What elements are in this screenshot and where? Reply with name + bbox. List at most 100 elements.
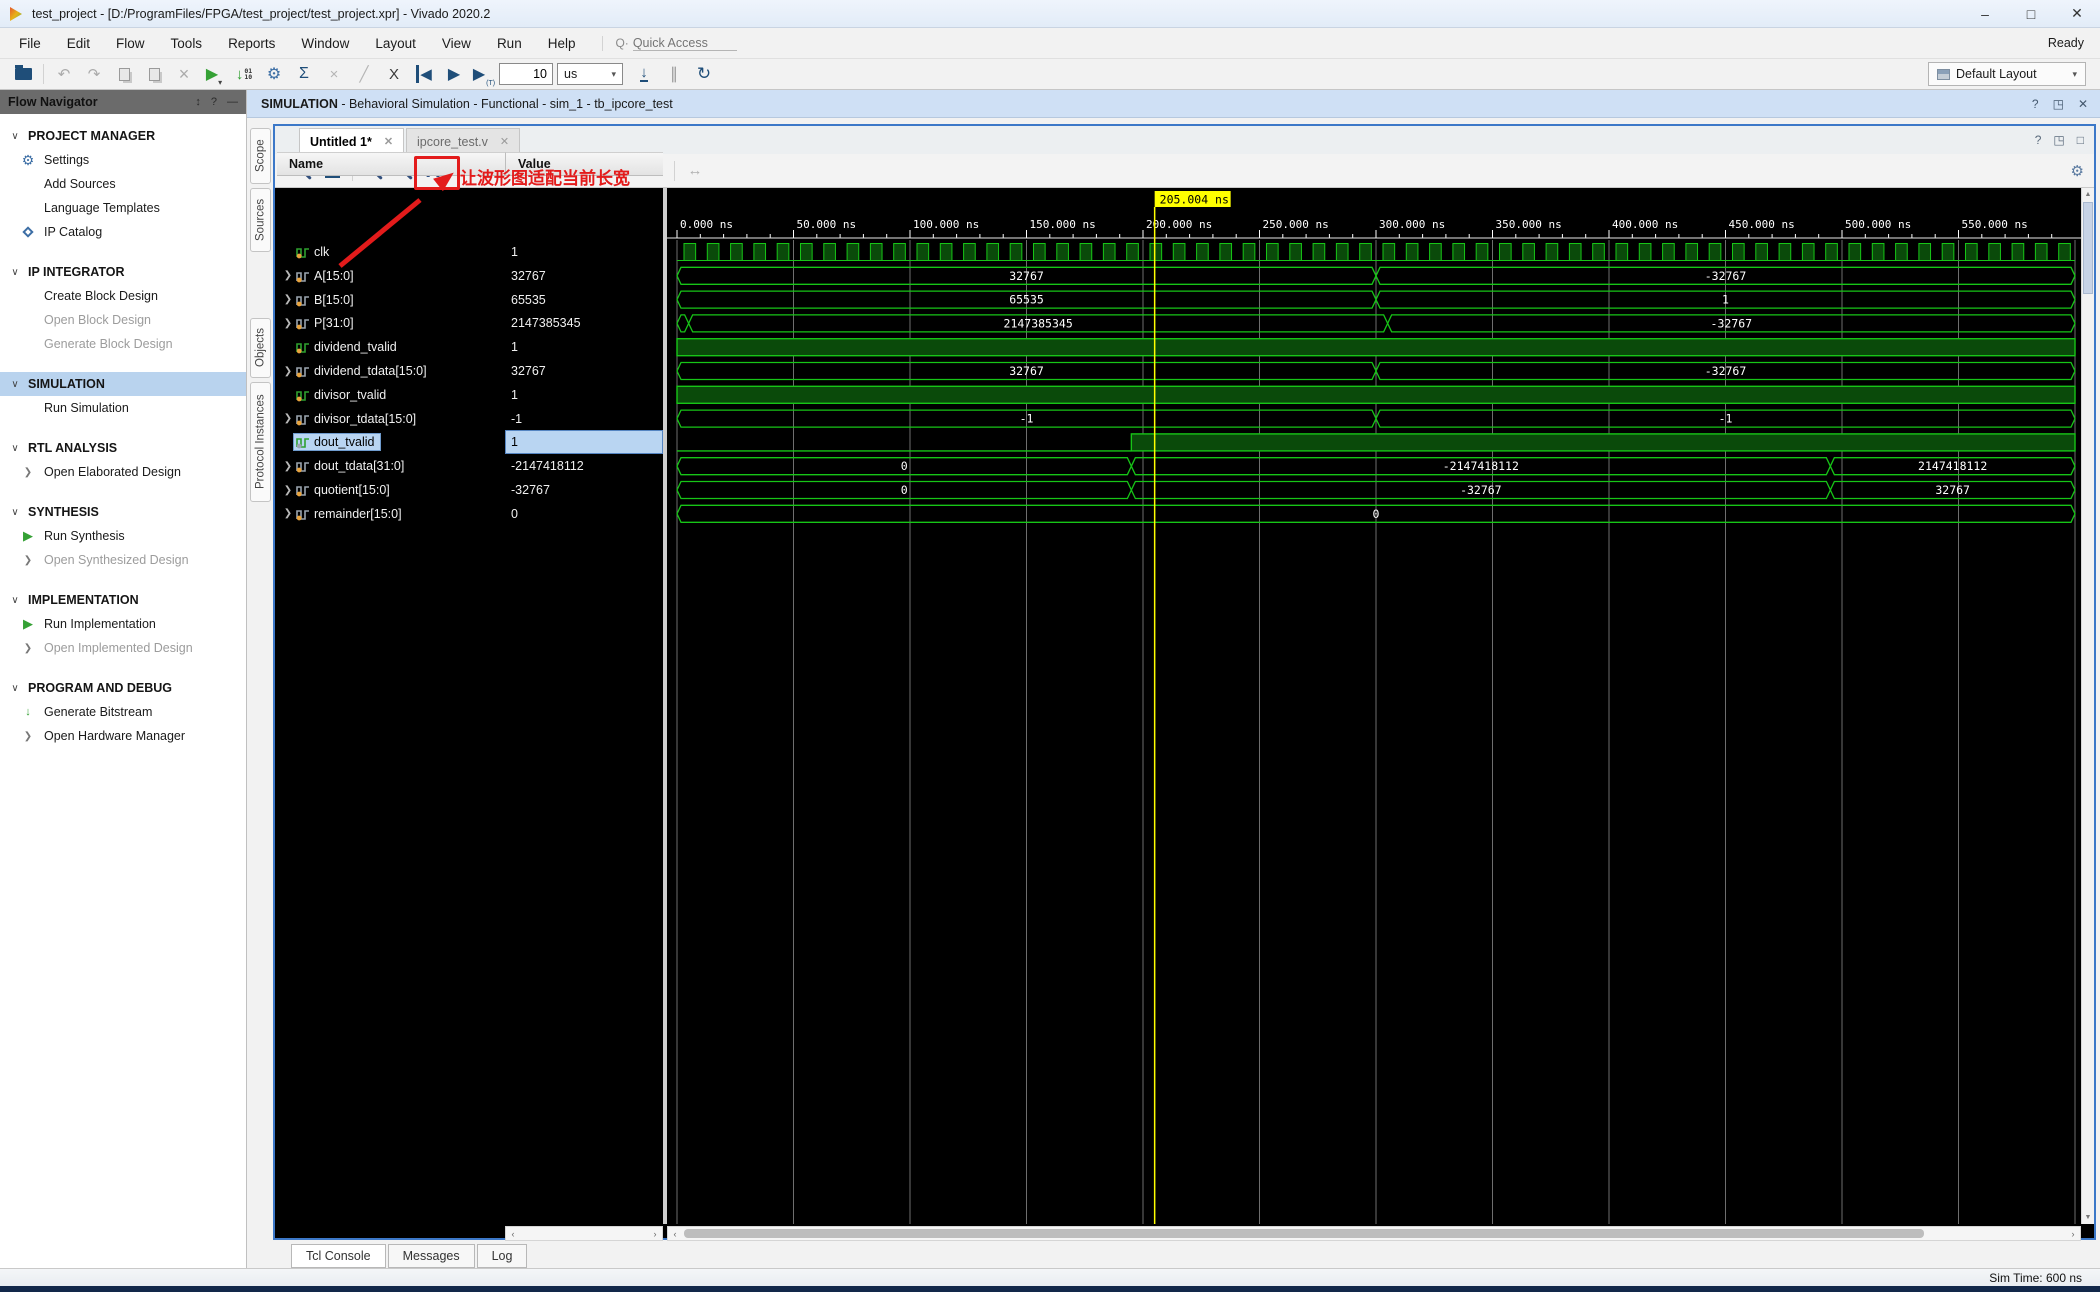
sim-runtime-input[interactable] — [499, 63, 553, 85]
fn-header-simulation[interactable]: ∨ SIMULATION — [0, 372, 246, 396]
fn-item-open-elaborated-design[interactable]: ❯ Open Elaborated Design — [0, 460, 246, 484]
menu-edit[interactable]: Edit — [54, 32, 103, 55]
fn-item-create-block-design[interactable]: Create Block Design — [0, 284, 246, 308]
signal-value-dout_tvalid[interactable]: 1 — [505, 430, 663, 455]
signal-value-divisor_tdata150[interactable]: -1 — [505, 407, 663, 431]
signal-value-divisor_tvalid[interactable]: 1 — [505, 383, 663, 407]
edit-icon[interactable]: ╱ — [351, 61, 377, 87]
signal-row-clk[interactable]: clk — [277, 240, 505, 264]
expand-chevron-icon[interactable]: ❯ — [282, 508, 294, 519]
redo-icon[interactable]: ↷ — [81, 61, 107, 87]
run-all-icon[interactable]: ▶ — [441, 61, 467, 87]
menu-file[interactable]: File — [6, 32, 54, 55]
signal-row-dividend_tvalid[interactable]: dividend_tvalid — [277, 335, 505, 359]
signal-value-dout_tdata310[interactable]: -2147418112 — [505, 454, 663, 478]
signal-value-clk[interactable]: 1 — [505, 240, 663, 264]
value-horizontal-scrollbar[interactable]: ‹ › — [505, 1226, 663, 1241]
value-column-header[interactable]: Value — [505, 152, 663, 176]
float-window-icon[interactable]: ◳ — [2053, 97, 2064, 111]
menu-run[interactable]: Run — [484, 32, 535, 55]
signal-name-cell[interactable]: dividend_tvalid — [294, 339, 403, 355]
menu-flow[interactable]: Flow — [103, 32, 158, 55]
fn-item-run-synthesis[interactable]: ▶ Run Synthesis — [0, 524, 246, 548]
signal-row-divisor_tvalid[interactable]: divisor_tvalid — [277, 383, 505, 407]
signal-name-cell[interactable]: dividend_tdata[15:0] — [294, 363, 433, 379]
settings-gear-icon[interactable]: ⚙ — [261, 61, 287, 87]
side-tab-protocol-instances[interactable]: Protocol Instances — [250, 382, 271, 502]
minimize-button[interactable]: – — [1962, 0, 2008, 27]
signal-value-P310[interactable]: 2147385345 — [505, 311, 663, 335]
fn-item-open-block-design[interactable]: Open Block Design — [0, 308, 246, 332]
generate-bitstream-icon[interactable]: ↓ 01 10 — [231, 61, 257, 87]
help-icon[interactable]: ? — [211, 96, 217, 108]
signal-row-A150[interactable]: ❯ A[15:0] — [277, 264, 505, 288]
signal-name-cell[interactable]: dout_tdata[31:0] — [294, 458, 410, 474]
scroll-right-icon[interactable]: › — [648, 1229, 662, 1239]
signal-name-cell[interactable]: clk — [294, 244, 335, 260]
paste-icon[interactable] — [141, 61, 167, 87]
signal-name-cell[interactable]: divisor_tdata[15:0] — [294, 411, 422, 427]
run-icon[interactable]: ▶ ▾ — [201, 61, 227, 87]
wave-row-dividend_tvalid[interactable] — [676, 337, 2076, 357]
quick-access-search[interactable]: Q· — [602, 35, 742, 51]
tab-messages[interactable]: Messages — [387, 1244, 475, 1268]
close-button[interactable]: ✕ — [2054, 0, 2100, 27]
signal-value-remainder150[interactable]: 0 — [505, 502, 663, 526]
expand-chevron-icon[interactable]: ❯ — [282, 270, 294, 281]
breakpoint-icon[interactable]: X — [381, 61, 407, 87]
signal-value-quotient150[interactable]: -32767 — [505, 478, 663, 502]
pause-icon[interactable]: ∥ — [661, 61, 687, 87]
validate-icon[interactable]: × — [321, 61, 347, 87]
signal-name-cell[interactable]: divisor_tvalid — [294, 387, 392, 403]
signal-row-P310[interactable]: ❯ P[31:0] — [277, 311, 505, 335]
signal-row-remainder150[interactable]: ❯ remainder[15:0] — [277, 502, 505, 526]
fit-selection-icon[interactable]: ↔ — [682, 158, 708, 184]
signal-row-B150[interactable]: ❯ B[15:0] — [277, 288, 505, 312]
signal-value-dividend_tdata150[interactable]: 32767 — [505, 359, 663, 383]
wave-row-dout_tvalid[interactable] — [677, 433, 2076, 452]
fn-item-open-synthesized-design[interactable]: ❯ Open Synthesized Design — [0, 548, 246, 572]
float-window-icon[interactable]: ◳ — [2053, 133, 2064, 147]
signal-value-B150[interactable]: 65535 — [505, 288, 663, 312]
scroll-up-icon[interactable]: ▲ — [2082, 188, 2094, 201]
signal-name-cell[interactable]: remainder[15:0] — [294, 506, 408, 522]
signal-name-cell[interactable]: dout_tvalid — [292, 433, 382, 452]
menu-tools[interactable]: Tools — [158, 32, 216, 55]
signal-row-dout_tvalid[interactable]: dout_tvalid — [277, 430, 505, 454]
run-for-time-icon[interactable]: ▶ (T) — [471, 61, 497, 87]
fn-item-settings[interactable]: ⚙ Settings — [0, 148, 246, 172]
fn-header-program-and-debug[interactable]: ∨ PROGRAM AND DEBUG — [0, 676, 246, 700]
expand-chevron-icon[interactable]: ❯ — [282, 318, 294, 329]
menu-window[interactable]: Window — [288, 32, 362, 55]
step-icon[interactable]: ↓ — [631, 61, 657, 87]
name-column-header[interactable]: Name — [277, 152, 505, 176]
fn-item-open-implemented-design[interactable]: ❯ Open Implemented Design — [0, 636, 246, 660]
close-icon[interactable]: ✕ — [2078, 97, 2088, 111]
expand-chevron-icon[interactable]: ❯ — [282, 485, 294, 496]
signal-row-dividend_tdata150[interactable]: ❯ dividend_tdata[15:0] — [277, 359, 505, 383]
expand-chevron-icon[interactable]: ❯ — [282, 294, 294, 305]
wave-settings-gear-icon[interactable]: ⚙ — [2071, 162, 2084, 180]
expand-chevron-icon[interactable]: ❯ — [282, 366, 294, 377]
help-icon[interactable]: ? — [2032, 97, 2039, 111]
signal-row-dout_tdata310[interactable]: ❯ dout_tdata[31:0] — [277, 454, 505, 478]
fn-header-rtl-analysis[interactable]: ∨ RTL ANALYSIS — [0, 436, 246, 460]
undo-icon[interactable]: ↶ — [51, 61, 77, 87]
fn-item-open-hardware-manager[interactable]: ❯ Open Hardware Manager — [0, 724, 246, 748]
maximize-panel-icon[interactable]: □ — [2077, 133, 2084, 147]
quick-access-input[interactable] — [632, 35, 737, 51]
side-tab-sources[interactable]: Sources — [250, 188, 271, 252]
menu-layout[interactable]: Layout — [362, 32, 429, 55]
fn-header-ip-integrator[interactable]: ∨ IP INTEGRATOR — [0, 260, 246, 284]
maximize-button[interactable]: □ — [2008, 0, 2054, 27]
vscroll-thumb[interactable] — [2083, 202, 2093, 294]
wave-horizontal-scrollbar[interactable]: ‹ › — [667, 1226, 2081, 1241]
fn-item-language-templates[interactable]: Language Templates — [0, 196, 246, 220]
sim-runtime-unit-select[interactable]: us ▾ — [557, 63, 623, 85]
collapse-all-icon[interactable]: ↕ — [195, 96, 201, 108]
close-icon[interactable]: ✕ — [500, 135, 509, 148]
fn-item-generate-bitstream[interactable]: ↓ Generate Bitstream — [0, 700, 246, 724]
fn-item-run-simulation[interactable]: Run Simulation — [0, 396, 246, 420]
tab-untitled-1-[interactable]: Untitled 1* ✕ — [299, 128, 405, 154]
fn-item-ip-catalog[interactable]: IP Catalog — [0, 220, 246, 244]
